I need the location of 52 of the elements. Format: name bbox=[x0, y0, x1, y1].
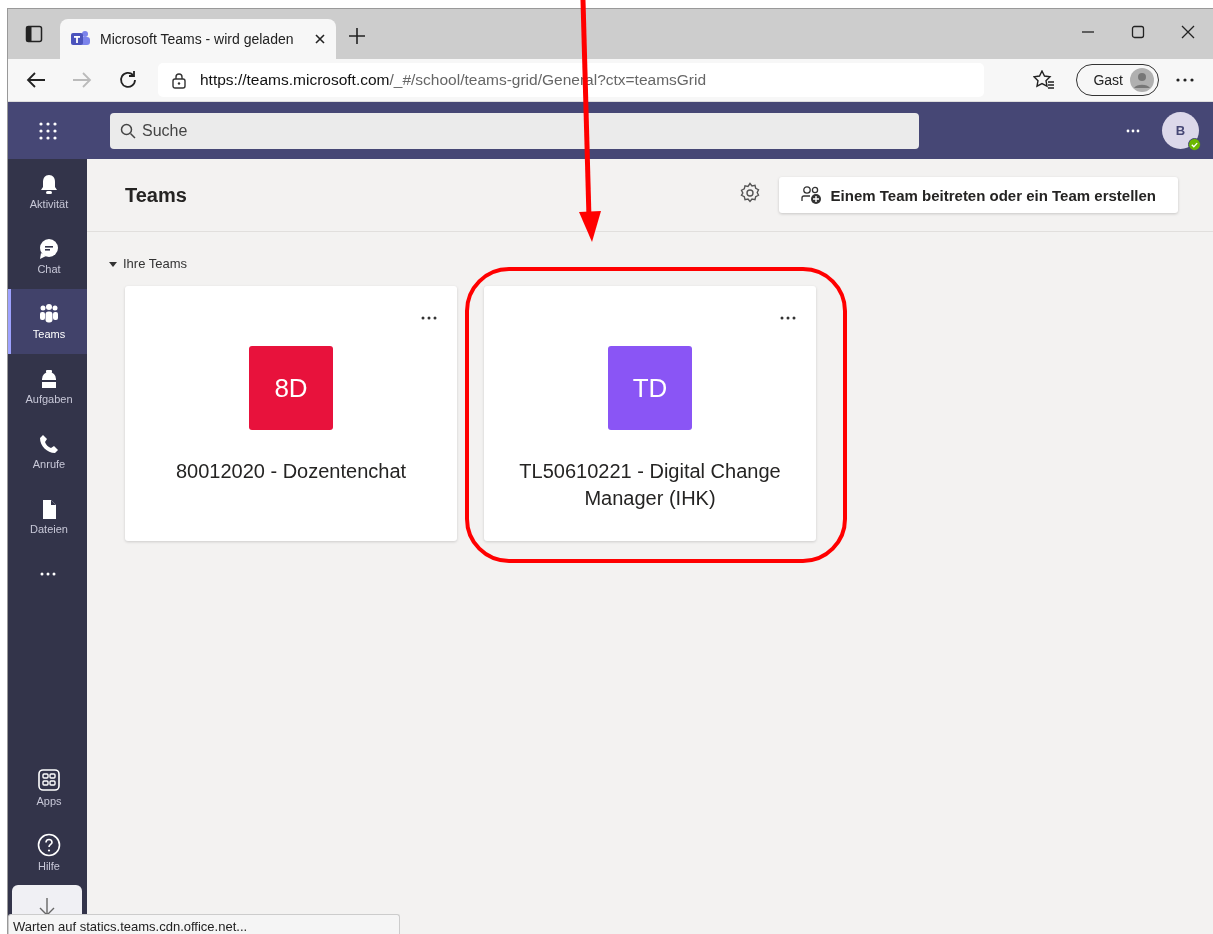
chat-icon bbox=[38, 238, 60, 260]
tab-actions-icon[interactable] bbox=[25, 25, 43, 43]
new-tab-icon[interactable] bbox=[348, 27, 366, 45]
team-name: 80012020 - Dozentenchat bbox=[174, 459, 408, 484]
download-button[interactable] bbox=[12, 885, 82, 915]
section-toggle[interactable]: Ihre Teams bbox=[109, 256, 1213, 271]
rail-item[interactable]: Apps bbox=[8, 755, 87, 820]
rail-item[interactable]: Anrufe bbox=[8, 419, 87, 484]
caret-icon bbox=[109, 259, 117, 268]
person-icon bbox=[1129, 67, 1155, 93]
close-icon[interactable] bbox=[314, 33, 326, 45]
rail-item[interactable]: Teams bbox=[8, 289, 87, 354]
page-title: Teams bbox=[125, 183, 187, 207]
rail-item[interactable]: Hilfe bbox=[8, 820, 87, 885]
tab-title: Microsoft Teams - wird geladen bbox=[100, 31, 295, 47]
download-arrow-icon bbox=[39, 897, 55, 917]
more-icon[interactable] bbox=[1126, 128, 1140, 133]
maximize-icon[interactable] bbox=[1131, 25, 1145, 39]
available-status-icon bbox=[1188, 138, 1201, 151]
rail-item[interactable]: Dateien bbox=[8, 484, 87, 549]
people-icon bbox=[38, 303, 60, 325]
team-card[interactable]: 8D 80012020 - Dozentenchat bbox=[125, 286, 457, 541]
more-icon[interactable] bbox=[1176, 78, 1194, 82]
team-avatar: TD bbox=[608, 346, 692, 430]
rail-item[interactable]: Chat bbox=[8, 224, 87, 289]
more-icon[interactable] bbox=[421, 316, 437, 320]
more-icon[interactable] bbox=[780, 316, 796, 320]
favorites-icon[interactable] bbox=[1033, 70, 1056, 90]
rail-item[interactable]: Aktivität bbox=[8, 159, 87, 224]
search-icon bbox=[120, 122, 136, 139]
reload-icon[interactable] bbox=[118, 70, 138, 90]
lock-icon bbox=[172, 71, 186, 89]
browser-tab[interactable]: Microsoft Teams - wird geladen bbox=[60, 19, 336, 59]
app-launcher-icon[interactable] bbox=[38, 120, 58, 141]
add-people-icon bbox=[800, 185, 823, 205]
team-name: TL50610221 - Digital Change Manager (IHK) bbox=[518, 459, 782, 511]
join-team-button[interactable]: Einem Team beitreten oder ein Team erstellen bbox=[778, 177, 1178, 213]
search-field[interactable]: Suche bbox=[110, 112, 919, 149]
teams-logo-icon bbox=[70, 30, 90, 48]
help-icon bbox=[37, 833, 61, 857]
bell-icon bbox=[38, 173, 60, 195]
status-text: Warten auf statics.teams.cdn.office.net... bbox=[8, 914, 400, 934]
apps-icon bbox=[37, 768, 61, 792]
phone-icon bbox=[38, 433, 60, 455]
back-icon[interactable] bbox=[26, 71, 46, 89]
settings-icon[interactable] bbox=[738, 182, 761, 204]
more-icon[interactable] bbox=[39, 572, 56, 576]
user-avatar[interactable]: B bbox=[1162, 112, 1199, 149]
team-card[interactable]: TD TL50610221 - Digital Change Manager (IHK) bbox=[484, 286, 816, 541]
close-icon[interactable] bbox=[1181, 25, 1195, 39]
rail-item[interactable]: Aufgaben bbox=[8, 354, 87, 419]
team-avatar: 8D bbox=[249, 346, 333, 430]
